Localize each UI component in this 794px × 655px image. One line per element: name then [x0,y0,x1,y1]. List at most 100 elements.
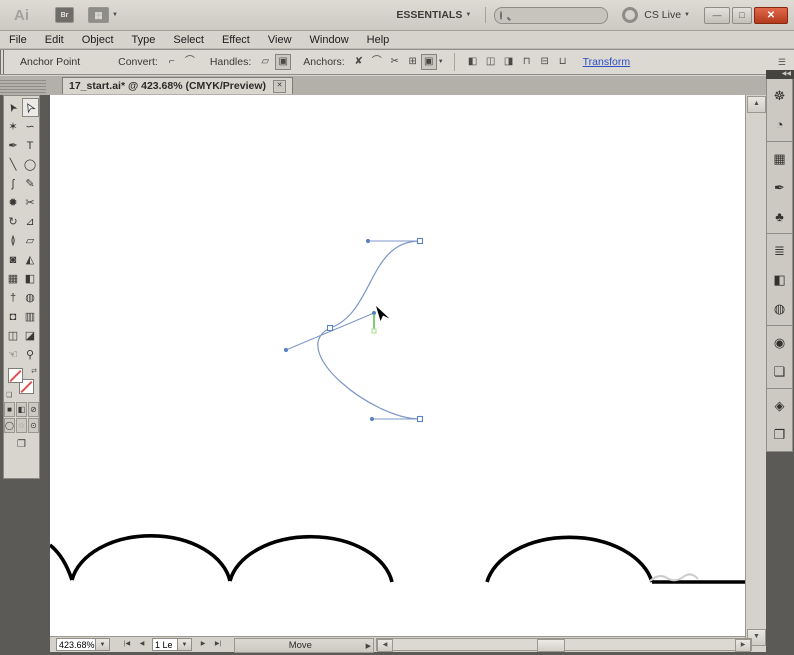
artboard-navigation-value[interactable]: 1 Le [152,638,178,651]
default-fill-stroke-icon[interactable]: ❏ [6,391,12,399]
scroll-up-icon[interactable]: ▲ [747,96,766,113]
menu-help[interactable]: Help [358,34,399,46]
paintbrush-tool[interactable]: ʃ [5,174,22,193]
gradient-tool[interactable]: ◧ [22,269,39,288]
none-button[interactable]: ⊘ [28,402,39,417]
menu-effect[interactable]: Effect [213,34,259,46]
document-tab[interactable]: 17_start.ai* @ 423.68% (CMYK/Preview) ✕ [62,77,293,94]
toolbar-dock-grip[interactable] [0,78,46,95]
menu-view[interactable]: View [259,34,301,46]
stroke-panel-button[interactable]: ≣ [767,236,792,265]
hide-handles-button[interactable]: ▣ [275,54,291,70]
control-panel-grip[interactable] [0,50,6,74]
anchor-point-bottom[interactable] [418,417,423,422]
lasso-tool[interactable]: ∽ [22,117,39,136]
vertical-align-bottom-button[interactable]: ⊔ [555,54,571,70]
blob-brush-tool[interactable]: ✹ [5,193,22,212]
bezier-segment-upper[interactable] [330,241,420,328]
first-artboard-button[interactable]: |◀ [120,638,134,651]
artboard-navigation-combo[interactable]: 1 Le ▼ [152,638,192,651]
previous-artboard-button[interactable]: ◀ [135,638,149,651]
screen-mode-button[interactable]: ❐ [13,437,31,452]
artboard-tool[interactable]: ◫ [5,326,22,345]
horizontal-align-right-button[interactable]: ◨ [501,54,517,70]
appearance-panel-button[interactable]: ◉ [767,328,792,357]
vertical-align-top-button[interactable]: ⊓ [519,54,535,70]
scale-tool[interactable]: ⊿ [22,212,39,231]
direct-selection-tool[interactable]: ➤ [22,98,39,117]
color-panel-button[interactable]: ☸ [767,81,792,110]
type-tool[interactable]: T [22,136,39,155]
horizontal-scrollbar-thumb[interactable] [537,639,565,652]
swap-fill-stroke-icon[interactable]: ⇄ [31,367,37,375]
last-artboard-button[interactable]: ▶| [211,638,225,651]
symbols-panel-button[interactable]: ♣ [767,202,792,231]
fill-stroke-indicator[interactable]: ⇄ ❏ [4,367,39,401]
arrange-documents-button[interactable]: ▦ [88,7,109,23]
column-graph-tool[interactable]: ▥ [22,307,39,326]
scroll-right-icon[interactable]: ▶ [735,639,751,652]
handle-dot-middle-left[interactable] [284,348,288,352]
isolate-dropdown-icon[interactable]: ▼ [438,59,444,65]
document-tab-close-icon[interactable]: ✕ [273,80,286,93]
menu-select[interactable]: Select [164,34,213,46]
menu-file[interactable]: File [0,34,36,46]
bridge-button[interactable]: Br [55,7,74,23]
zoom-level-combo[interactable]: 423.68% ▼ [56,638,110,651]
line-segment-tool[interactable]: ╲ [5,155,22,174]
draw-inside-button[interactable]: ⊙ [28,418,39,433]
next-artboard-button[interactable]: ▶ [196,638,210,651]
dock-collapse-button[interactable]: ◀◀ [766,70,794,79]
ellipse-tool[interactable]: ◯ [22,155,39,174]
convert-to-corner-button[interactable]: ⌐ [164,54,180,70]
rotate-tool[interactable]: ↻ [5,212,22,231]
scroll-left-icon[interactable]: ◀ [377,639,393,652]
selection-tool[interactable]: ➤ [5,98,22,117]
zoom-tool[interactable]: ⚲ [22,345,39,364]
horizontal-scrollbar[interactable]: ◀ ▶ [376,638,752,651]
menu-edit[interactable]: Edit [36,34,73,46]
width-tool[interactable]: ≬ [5,231,22,250]
handle-dot-bottom[interactable] [370,417,374,421]
minimize-button[interactable]: — [704,7,730,24]
magic-wand-tool[interactable]: ✶ [5,117,22,136]
connect-selected-endpoints-button[interactable]: ⌒ [369,54,385,70]
layers-panel-button[interactable]: ◈ [767,391,792,420]
eyedropper-tool[interactable]: † [5,288,22,307]
zoom-level-value[interactable]: 423.68% [56,638,96,651]
brushes-panel-button[interactable]: ✒ [767,173,792,202]
menu-window[interactable]: Window [301,34,358,46]
maximize-button[interactable]: □ [732,7,752,24]
color-button[interactable]: ■ [4,402,15,417]
shape-builder-tool[interactable]: ◙ [5,250,22,269]
color-guide-panel-button[interactable]: ◔ [767,110,792,139]
convert-to-smooth-button[interactable]: ⌒ [182,54,198,70]
green-drag-handle-end[interactable] [372,329,376,333]
hand-tool[interactable]: ☜ [5,345,22,364]
blend-tool[interactable]: ◍ [22,288,39,307]
perspective-grid-tool[interactable]: ◭ [22,250,39,269]
cut-path-button[interactable]: ✂ [387,54,403,70]
free-transform-tool[interactable]: ▱ [22,231,39,250]
transparency-panel-button[interactable]: ◍ [767,294,792,323]
menu-type[interactable]: Type [123,34,165,46]
pen-tool[interactable]: ✒ [5,136,22,155]
search-box[interactable] [494,7,608,24]
vertical-scrollbar[interactable]: ▲ ▼ [745,95,765,647]
zoom-combo-arrow-icon[interactable]: ▼ [96,638,110,651]
anchor-point-middle[interactable] [328,326,333,331]
close-button[interactable]: ✕ [754,7,788,24]
gradient-panel-button[interactable]: ◧ [767,265,792,294]
scissors-tool[interactable]: ✂ [22,193,39,212]
menu-object[interactable]: Object [73,34,123,46]
symbol-sprayer-tool[interactable]: ◘ [5,307,22,326]
status-menu-icon[interactable]: ▶ [366,642,371,650]
horizontal-align-center-button[interactable]: ◫ [483,54,499,70]
anchor-point-top[interactable] [418,239,423,244]
draw-behind-button[interactable]: ◌ [16,418,27,433]
graphic-styles-panel-button[interactable]: ❏ [767,357,792,386]
handle-dot-top[interactable] [366,239,370,243]
mesh-tool[interactable]: ▦ [5,269,22,288]
slice-tool[interactable]: ◪ [22,326,39,345]
artboard-canvas[interactable] [50,95,745,636]
